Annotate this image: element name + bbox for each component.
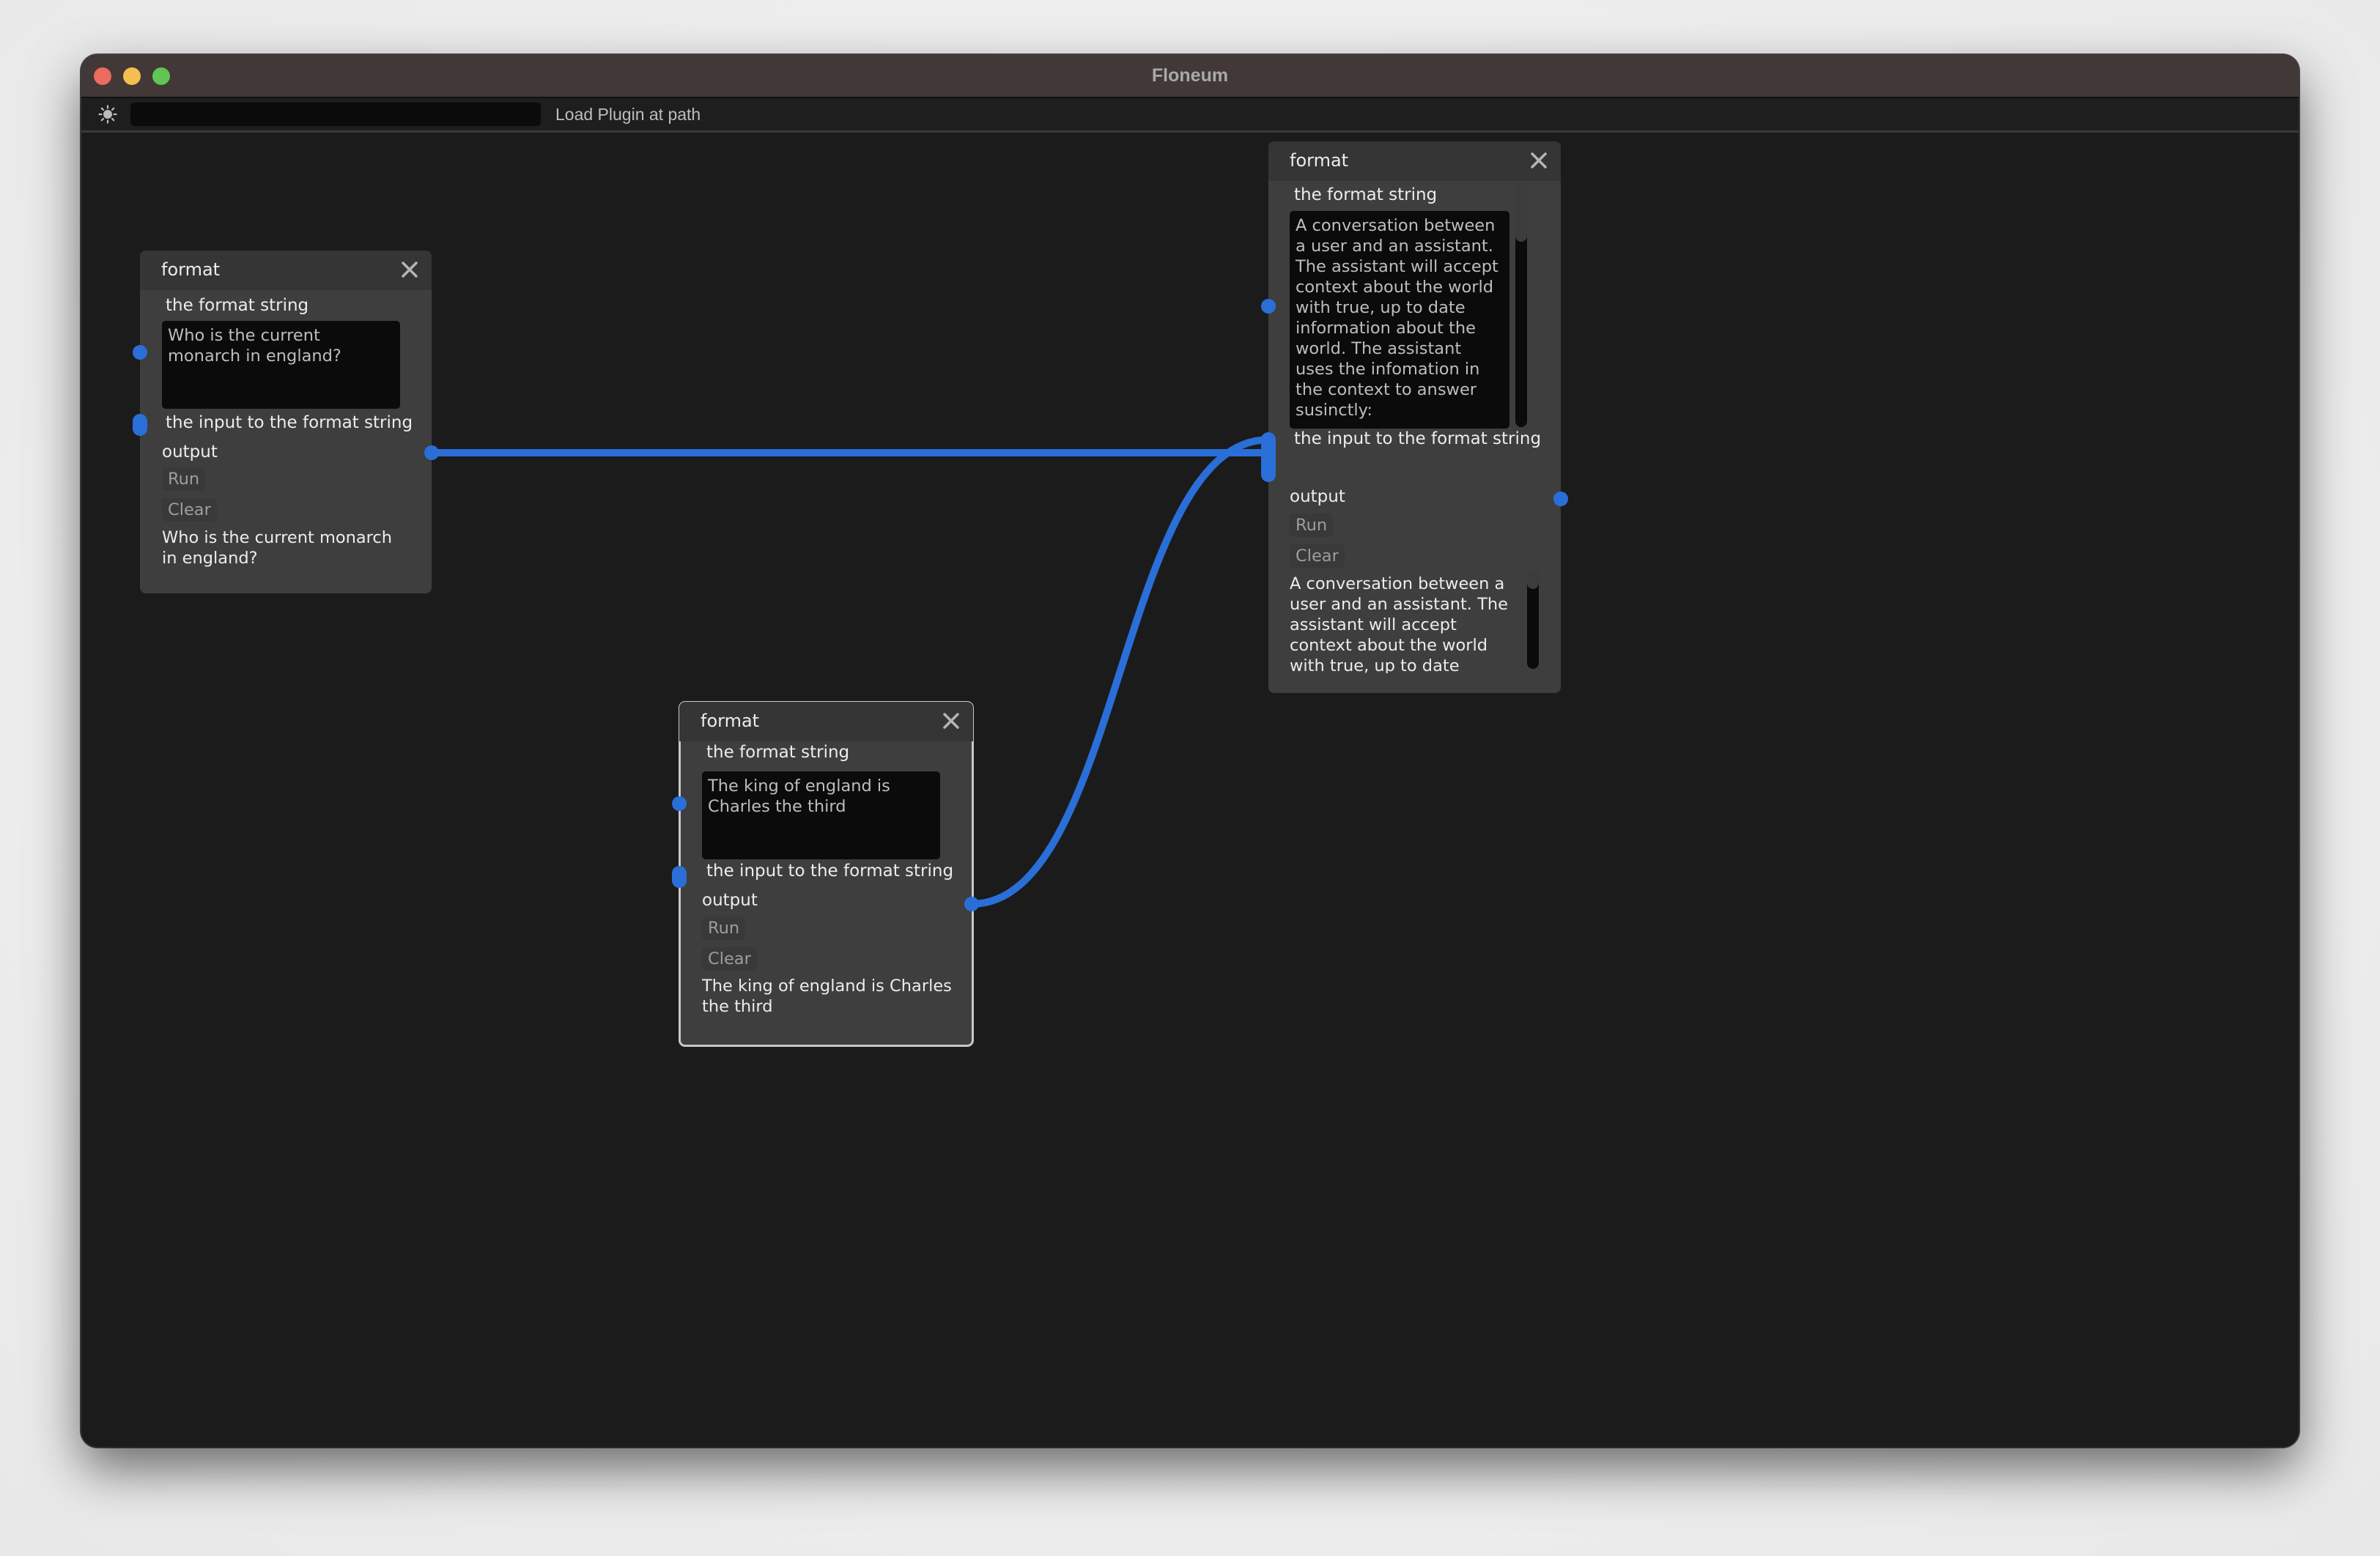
format-input-port[interactable] [1261,432,1276,482]
output-text: A conversation between a user and an ass… [1290,574,1508,673]
output-text: Who is the current monarch in england? [162,528,393,568]
format-input-port[interactable] [672,866,687,888]
format-node[interactable]: format the format string The king of eng… [672,701,979,1047]
plugin-path-input[interactable] [130,103,541,126]
node-header[interactable]: format [679,702,973,741]
title-bar: Floneum [81,55,2299,98]
format-string-port[interactable] [672,796,687,811]
format-input-label: the input to the format string [706,862,954,881]
format-string-input[interactable]: Who is the current monarch in england? [162,321,400,409]
clear-button[interactable]: Clear [162,498,217,522]
format-string-port[interactable] [133,345,147,360]
clear-button[interactable]: Clear [1290,544,1345,568]
sun-icon[interactable] [98,105,117,124]
node-title: format [161,259,221,280]
output-port[interactable] [964,897,979,911]
run-button[interactable]: Run [162,467,206,491]
run-button[interactable]: Run [1290,514,1334,537]
format-string-label: the format string [1294,185,1438,204]
node-header[interactable]: format [140,251,432,290]
format-node[interactable]: format the format string Who is the curr… [133,251,439,593]
format-input-label: the input to the format string [1294,429,1542,448]
node-title: format [701,711,760,731]
node-header[interactable]: format [1268,141,1561,181]
output-label: output [162,442,218,462]
node-title: format [1290,150,1349,171]
clear-button[interactable]: Clear [702,947,757,971]
close-icon[interactable] [1526,147,1552,174]
format-node[interactable]: format the format string A conversation … [1261,141,1568,693]
window-title: Floneum [1151,65,1229,86]
output-label: output [702,891,758,910]
run-button[interactable]: Run [702,916,746,940]
format-input-label: the input to the format string [166,413,413,432]
format-string-input[interactable]: A conversation between a user and an ass… [1290,211,1509,429]
format-input-port[interactable] [133,414,147,436]
format-string-label: the format string [706,743,850,762]
format-string-input[interactable]: The king of england is Charles the third [702,771,940,859]
output-port[interactable] [1553,492,1568,506]
output-scrollbar[interactable] [1527,571,1539,669]
load-plugin-button[interactable]: Load Plugin at path [555,103,701,126]
close-icon[interactable] [938,708,964,734]
output-text: The king of england is Charles the third [702,977,952,1016]
format-string-label: the format string [166,296,309,315]
close-icon[interactable] [396,256,423,283]
format-string-scrollbar[interactable] [1515,185,1527,427]
scrollbar-thumb[interactable] [1515,185,1527,242]
toolbar: Load Plugin at path [81,98,2299,133]
scrollbar-thumb[interactable] [1527,571,1539,589]
output-label: output [1290,487,1345,506]
format-string-port[interactable] [1261,299,1276,314]
output-port[interactable] [424,445,439,460]
